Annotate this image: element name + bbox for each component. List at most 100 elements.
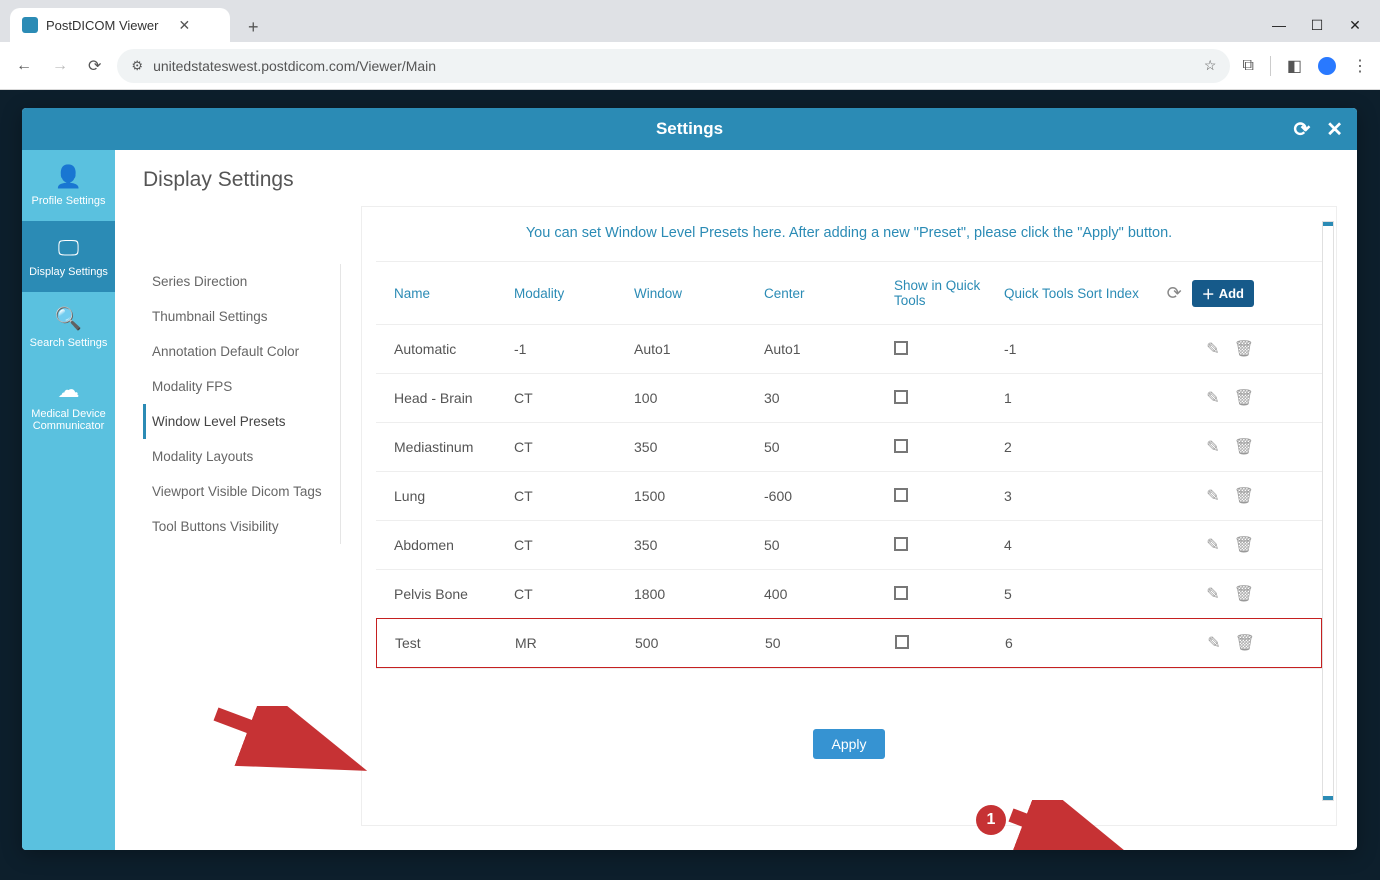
cell-window: 350 — [634, 537, 764, 553]
cell-name: Test — [395, 635, 515, 651]
subnav-modality-layouts[interactable]: Modality Layouts — [143, 439, 340, 474]
table-row[interactable]: TestMR500506✎🗑 — [376, 618, 1322, 668]
checkbox-show[interactable] — [895, 635, 909, 649]
edit-icon[interactable]: ✎ — [1206, 584, 1219, 604]
cell-window: 1500 — [634, 488, 764, 504]
cell-center: 50 — [764, 537, 894, 553]
app-background: Settings ⟳ ✕ 👤 Profile Settings 🖵 Displa… — [0, 90, 1380, 880]
checkbox-show[interactable] — [894, 390, 908, 404]
subnav-annotation-color[interactable]: Annotation Default Color — [143, 334, 340, 369]
settings-modal: Settings ⟳ ✕ 👤 Profile Settings 🖵 Displa… — [22, 108, 1357, 850]
site-info-icon[interactable]: ⚙ — [131, 58, 143, 74]
col-name[interactable]: Name — [394, 286, 514, 301]
browser-toolbar: ← → ⟳ ⚙ unitedstateswest.postdicom.com/V… — [0, 42, 1380, 90]
delete-icon[interactable]: 🗑 — [1234, 437, 1254, 457]
subnav-tool-buttons-visibility[interactable]: Tool Buttons Visibility — [143, 509, 340, 544]
delete-icon[interactable]: 🗑 — [1234, 339, 1254, 359]
checkbox-show[interactable] — [894, 341, 908, 355]
table-row[interactable]: Pelvis BoneCT18004005✎🗑 — [376, 569, 1322, 618]
edit-icon[interactable]: ✎ — [1206, 535, 1219, 555]
delete-icon[interactable]: 🗑 — [1234, 388, 1254, 408]
scrollbar[interactable] — [1322, 221, 1334, 801]
checkbox-show[interactable] — [894, 439, 908, 453]
cell-window: 1800 — [634, 586, 764, 602]
cell-name: Lung — [394, 488, 514, 504]
col-window[interactable]: Window — [634, 286, 764, 301]
delete-icon[interactable]: 🗑 — [1234, 584, 1254, 604]
close-icon[interactable]: ✕ — [178, 17, 190, 34]
table-row[interactable]: Head - BrainCT100301✎🗑 — [376, 373, 1322, 422]
checkbox-show[interactable] — [894, 537, 908, 551]
maximize-icon[interactable]: ☐ — [1310, 17, 1324, 34]
favicon — [22, 17, 38, 33]
subnav-column: Display Settings Series Direction Thumbn… — [115, 150, 341, 850]
sidebar-item-medical[interactable]: ☁ Medical Device Communicator — [22, 363, 115, 446]
forward-button[interactable]: → — [48, 53, 72, 79]
sidebar-item-search[interactable]: 🔍 Search Settings — [22, 292, 115, 363]
profile-avatar[interactable] — [1318, 57, 1336, 75]
col-sort[interactable]: Quick Tools Sort Index — [1004, 286, 1154, 301]
edit-icon[interactable]: ✎ — [1206, 437, 1219, 457]
page-title: Display Settings — [143, 168, 294, 192]
subnav-series-direction[interactable]: Series Direction — [143, 264, 340, 299]
new-tab-button[interactable]: + — [240, 13, 267, 42]
subnav-viewport-dicom-tags[interactable]: Viewport Visible Dicom Tags — [143, 474, 340, 509]
extensions-icon[interactable]: ⧉ — [1242, 57, 1253, 75]
close-window-icon[interactable]: ✕ — [1348, 17, 1362, 34]
sidebar-item-profile[interactable]: 👤 Profile Settings — [22, 150, 115, 221]
edit-icon[interactable]: ✎ — [1207, 633, 1220, 653]
browser-tabstrip: PostDICOM Viewer ✕ + — ☐ ✕ — [0, 0, 1380, 42]
sidebar: 👤 Profile Settings 🖵 Display Settings 🔍 … — [22, 150, 115, 850]
close-modal-icon[interactable]: ✕ — [1326, 117, 1343, 142]
delete-icon[interactable]: 🗑 — [1234, 535, 1254, 555]
apply-button[interactable]: Apply — [813, 729, 884, 759]
toolbar-right: ⧉ ◧ ⋮ — [1242, 56, 1368, 76]
bookmark-icon[interactable]: ☆ — [1204, 57, 1217, 74]
cell-sort: -1 — [1004, 341, 1154, 357]
browser-tab[interactable]: PostDICOM Viewer ✕ — [10, 8, 230, 42]
table-row[interactable]: AbdomenCT350504✎🗑 — [376, 520, 1322, 569]
monitor-icon: 🖵 — [58, 235, 79, 261]
window-controls: — ☐ ✕ — [1272, 17, 1380, 42]
address-bar[interactable]: ⚙ unitedstateswest.postdicom.com/Viewer/… — [117, 49, 1230, 83]
col-center[interactable]: Center — [764, 286, 894, 301]
add-button[interactable]: ＋ Add — [1192, 280, 1254, 307]
cell-sort: 5 — [1004, 586, 1154, 602]
delete-icon[interactable]: 🗑 — [1234, 486, 1254, 506]
cell-center: 50 — [764, 439, 894, 455]
reload-button[interactable]: ⟳ — [84, 52, 105, 80]
cell-name: Head - Brain — [394, 390, 514, 406]
cell-sort: 1 — [1004, 390, 1154, 406]
cell-window: 100 — [634, 390, 764, 406]
edit-icon[interactable]: ✎ — [1206, 388, 1219, 408]
cell-window: 500 — [635, 635, 765, 651]
cell-center: 30 — [764, 390, 894, 406]
sidebar-item-label: Medical Device Communicator — [26, 408, 111, 432]
minimize-icon[interactable]: — — [1272, 17, 1286, 34]
cell-center: 400 — [764, 586, 894, 602]
cell-sort: 3 — [1004, 488, 1154, 504]
subnav-modality-fps[interactable]: Modality FPS — [143, 369, 340, 404]
subnav-window-level-presets[interactable]: Window Level Presets — [143, 404, 340, 439]
subnav-thumbnail-settings[interactable]: Thumbnail Settings — [143, 299, 340, 334]
col-modality[interactable]: Modality — [514, 286, 634, 301]
table-refresh-icon[interactable]: ⟳ — [1167, 283, 1182, 304]
col-show[interactable]: Show in Quick Tools — [894, 278, 1004, 308]
menu-icon[interactable]: ⋮ — [1352, 56, 1368, 76]
cell-modality: CT — [514, 586, 634, 602]
edit-icon[interactable]: ✎ — [1206, 339, 1219, 359]
search-icon: 🔍 — [55, 306, 82, 332]
panel-icon[interactable]: ◧ — [1287, 56, 1302, 76]
cloud-icon: ☁ — [58, 377, 80, 403]
checkbox-show[interactable] — [894, 488, 908, 502]
back-button[interactable]: ← — [12, 53, 36, 79]
checkbox-show[interactable] — [894, 586, 908, 600]
refresh-icon[interactable]: ⟳ — [1293, 117, 1310, 142]
table-row[interactable]: Automatic-1Auto1Auto1-1✎🗑 — [376, 324, 1322, 373]
sidebar-item-display[interactable]: 🖵 Display Settings — [22, 221, 115, 292]
edit-icon[interactable]: ✎ — [1206, 486, 1219, 506]
table-row[interactable]: MediastinumCT350502✎🗑 — [376, 422, 1322, 471]
table-row[interactable]: LungCT1500-6003✎🗑 — [376, 471, 1322, 520]
cell-center: 50 — [765, 635, 895, 651]
delete-icon[interactable]: 🗑 — [1235, 633, 1255, 653]
